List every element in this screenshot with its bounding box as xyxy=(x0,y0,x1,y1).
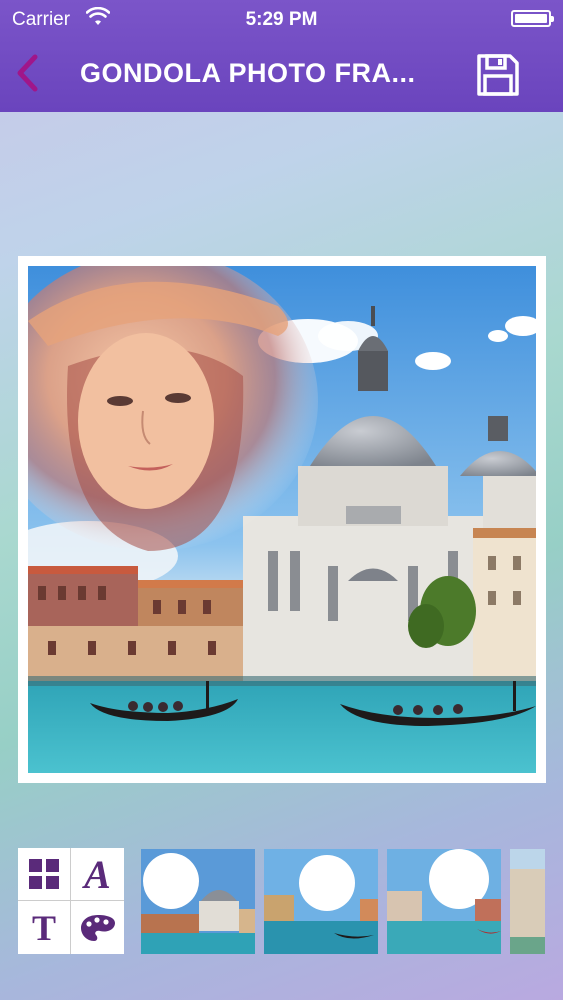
frame-thumbnail[interactable] xyxy=(387,849,501,954)
nav-bar: GONDOLA PHOTO FRA... xyxy=(0,38,563,112)
status-bar: Carrier 5:29 PM xyxy=(0,0,563,38)
chevron-left-icon[interactable] xyxy=(8,48,48,98)
floppy-disk-icon[interactable] xyxy=(475,52,521,98)
page-title: GONDOLA PHOTO FRA... xyxy=(80,58,416,88)
frame-thumbnail[interactable] xyxy=(510,849,545,954)
top-bar: Carrier 5:29 PM GONDOLA PHOTO FRA... xyxy=(0,0,563,112)
venice-photo[interactable] xyxy=(28,266,536,773)
battery-icon xyxy=(511,10,554,27)
text-style-icon[interactable]: A xyxy=(71,848,124,901)
frame-thumbnail[interactable] xyxy=(141,849,255,954)
tools-panel: A T xyxy=(18,848,124,954)
palette-icon[interactable] xyxy=(71,901,124,954)
text-style-glyph: A xyxy=(84,851,111,897)
text-icon[interactable]: T xyxy=(18,901,71,954)
grid-icon[interactable] xyxy=(18,848,71,901)
photo-frame[interactable] xyxy=(18,256,546,783)
frame-thumbnail[interactable] xyxy=(264,849,378,954)
clock: 5:29 PM xyxy=(245,9,318,30)
frame-thumbnails xyxy=(141,849,545,954)
text-glyph: T xyxy=(31,907,56,948)
